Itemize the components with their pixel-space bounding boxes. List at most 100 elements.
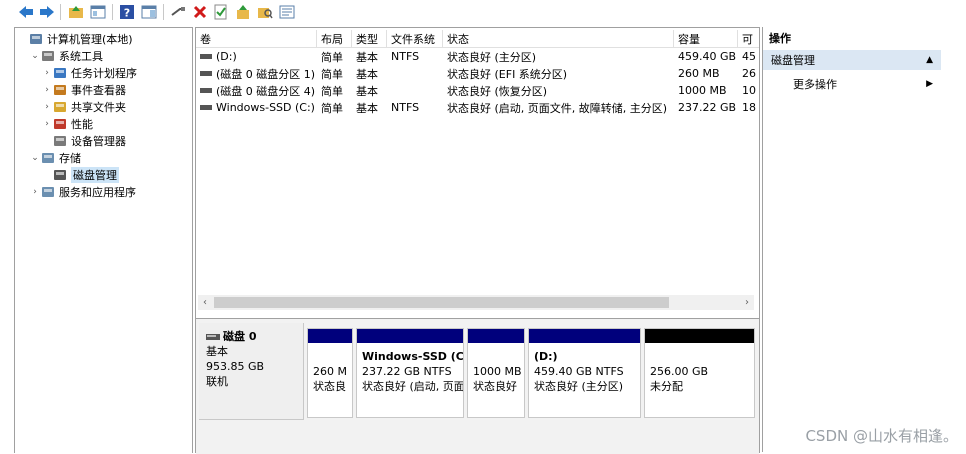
tree-item[interactable]: › 共享文件夹 bbox=[41, 98, 126, 115]
volume-cell-type: 基本 bbox=[356, 50, 378, 64]
tree-item[interactable]: 计算机管理(本地) bbox=[17, 30, 133, 47]
tree-item[interactable]: 设备管理器 bbox=[41, 132, 126, 149]
back-icon[interactable] bbox=[16, 2, 36, 22]
volume-cell-status: 状态良好 (恢复分区) bbox=[447, 84, 548, 98]
console-tree-icon[interactable] bbox=[88, 2, 108, 22]
partition-block[interactable]: (D:) 459.40 GB NTFS 状态良好 (主分区) bbox=[528, 328, 641, 418]
disk-type: 基本 bbox=[206, 345, 228, 358]
tree-item-label: 任务计划程序 bbox=[71, 66, 137, 80]
check-icon[interactable] bbox=[211, 2, 231, 22]
tree-item-label: 事件查看器 bbox=[71, 83, 126, 97]
submenu-arrow-icon: ▶ bbox=[926, 79, 933, 89]
partition-line1 bbox=[650, 349, 754, 364]
col-header-type[interactable]: 类型 bbox=[352, 30, 387, 47]
tree-item-label: 计算机管理(本地) bbox=[47, 32, 133, 46]
delete-icon[interactable] bbox=[190, 2, 210, 22]
clock-icon bbox=[53, 66, 67, 80]
partition-block[interactable]: 256.00 GB 未分配 bbox=[644, 328, 755, 418]
action-pane-icon[interactable] bbox=[139, 2, 159, 22]
volume-cell-status: 状态良好 (启动, 页面文件, 故障转储, 主分区) bbox=[447, 101, 668, 115]
partition-line3: 状态良好 bbox=[473, 380, 517, 393]
expand-arrow-icon[interactable]: ⌄ bbox=[29, 153, 41, 163]
up-folder-icon[interactable] bbox=[66, 2, 86, 22]
expand-arrow-icon[interactable]: › bbox=[29, 187, 41, 197]
partition-line3: 状态良 bbox=[313, 380, 346, 393]
col-header-filesystem[interactable]: 文件系统 bbox=[387, 30, 443, 47]
volume-icon bbox=[200, 105, 212, 110]
volume-cell-capacity: 1000 MB bbox=[678, 84, 727, 97]
volume-cell-fs bbox=[391, 65, 443, 82]
disk-state: 联机 bbox=[206, 375, 228, 388]
tree-item-label: 磁盘管理 bbox=[71, 166, 119, 183]
more-actions-item[interactable]: 更多操作 ▶ bbox=[763, 75, 941, 93]
col-header-free[interactable]: 可 bbox=[738, 30, 759, 47]
volume-row[interactable]: (磁盘 0 磁盘分区 1) 简单 基本 状态良好 (EFI 系统分区) 260 MB 26 bbox=[196, 65, 756, 82]
expand-arrow-icon[interactable]: ⌄ bbox=[29, 51, 41, 61]
partition-bar bbox=[308, 329, 352, 343]
scroll-right-icon[interactable]: › bbox=[740, 295, 754, 310]
expand-arrow-icon[interactable]: › bbox=[41, 85, 53, 95]
expand-arrow-icon[interactable]: › bbox=[41, 68, 53, 78]
col-header-capacity[interactable]: 容量 bbox=[674, 30, 738, 47]
disk-label[interactable]: 磁盘 0 基本 953.85 GB 联机 bbox=[199, 323, 304, 420]
connect-icon[interactable] bbox=[168, 2, 188, 22]
scroll-left-icon[interactable]: ‹ bbox=[198, 295, 212, 310]
tree-item[interactable]: › 性能 bbox=[41, 115, 93, 132]
partition-line3: 状态良好 (主分区) bbox=[534, 380, 624, 393]
col-header-status[interactable]: 状态 bbox=[443, 30, 674, 47]
partition-block[interactable]: 1000 MB 状态良好 bbox=[467, 328, 525, 418]
partition-bar bbox=[357, 329, 463, 343]
volume-name: (D:) bbox=[216, 50, 237, 63]
tree-item-label: 服务和应用程序 bbox=[59, 185, 136, 199]
volume-cell-layout: 简单 bbox=[321, 101, 343, 115]
expand-arrow-icon[interactable]: › bbox=[41, 119, 53, 129]
tree-item[interactable]: › 事件查看器 bbox=[41, 81, 126, 98]
partition-bar bbox=[529, 329, 640, 343]
svg-text:?: ? bbox=[124, 7, 130, 20]
actions-section-label: 磁盘管理 bbox=[771, 54, 815, 67]
volume-name: Windows-SSD (C:) bbox=[216, 101, 315, 114]
volume-cell-capacity: 260 MB bbox=[678, 67, 720, 80]
volume-icon bbox=[200, 71, 212, 76]
scrollbar-thumb[interactable] bbox=[214, 297, 669, 308]
volume-cell-free: 45 bbox=[742, 50, 756, 63]
volume-row[interactable]: Windows-SSD (C:) 简单 基本 NTFS 状态良好 (启动, 页面文件, … bbox=[196, 99, 756, 116]
partition-line1: Windows-SSD (C bbox=[362, 350, 463, 363]
actions-pane: 操作 磁盘管理 ▲ 更多操作 ▶ bbox=[762, 27, 941, 452]
volume-cell-type: 基本 bbox=[356, 84, 378, 98]
performance-icon bbox=[53, 117, 67, 131]
volume-list-pane: 卷 布局 类型 文件系统 状态 容量 可 (D:) 简单 基本 NTFS 状态良好 (主… bbox=[195, 27, 760, 454]
partition-line2: 1000 MB bbox=[473, 365, 522, 378]
horizontal-scrollbar[interactable]: ‹ › bbox=[198, 295, 754, 310]
tree-item[interactable]: › 服务和应用程序 bbox=[29, 183, 136, 200]
actions-section-disk-management[interactable]: 磁盘管理 ▲ bbox=[763, 50, 941, 70]
tree-item-label: 设备管理器 bbox=[71, 134, 126, 148]
computer-management-icon bbox=[29, 32, 43, 46]
col-header-volume[interactable]: 卷 bbox=[196, 30, 317, 47]
properties-icon[interactable] bbox=[277, 2, 297, 22]
tree-item[interactable]: ⌄ 存储 bbox=[29, 149, 81, 166]
forward-icon[interactable] bbox=[37, 2, 57, 22]
partition-line2: 237.22 GB NTFS bbox=[362, 365, 452, 378]
help-icon[interactable]: ? bbox=[117, 2, 137, 22]
import-icon[interactable] bbox=[233, 2, 253, 22]
volume-row[interactable]: (D:) 简单 基本 NTFS 状态良好 (主分区) 459.40 GB 45 bbox=[196, 48, 756, 65]
partition-line3: 状态良好 (启动, 页面 bbox=[362, 380, 463, 393]
search-folder-icon[interactable] bbox=[255, 2, 275, 22]
tree-item[interactable]: 磁盘管理 bbox=[41, 166, 119, 183]
partition-bar bbox=[645, 329, 754, 343]
volume-cell-layout: 简单 bbox=[321, 67, 343, 81]
col-header-layout[interactable]: 布局 bbox=[317, 30, 352, 47]
tree-item-label: 共享文件夹 bbox=[71, 100, 126, 114]
tree-item[interactable]: › 任务计划程序 bbox=[41, 64, 137, 81]
tree-item[interactable]: ⌄ 系统工具 bbox=[29, 47, 103, 64]
collapse-up-icon[interactable]: ▲ bbox=[926, 55, 933, 65]
console-tree: 计算机管理(本地) ⌄ 系统工具 › 任务计划程序 › 事件查看器 › 共享文件夹 › 性能设备管理… bbox=[14, 27, 193, 453]
volume-row[interactable]: (磁盘 0 磁盘分区 4) 简单 基本 状态良好 (恢复分区) 1000 MB 10 bbox=[196, 82, 756, 99]
volume-cell-capacity: 459.40 GB bbox=[678, 50, 737, 63]
expand-arrow-icon[interactable]: › bbox=[41, 102, 53, 112]
partition-block[interactable]: Windows-SSD (C 237.22 GB NTFS 状态良好 (启动, 页面 bbox=[356, 328, 464, 418]
partition-block[interactable]: 260 M 状态良 bbox=[307, 328, 353, 418]
disk-icon bbox=[206, 333, 220, 340]
tree-item-label: 性能 bbox=[71, 117, 93, 131]
